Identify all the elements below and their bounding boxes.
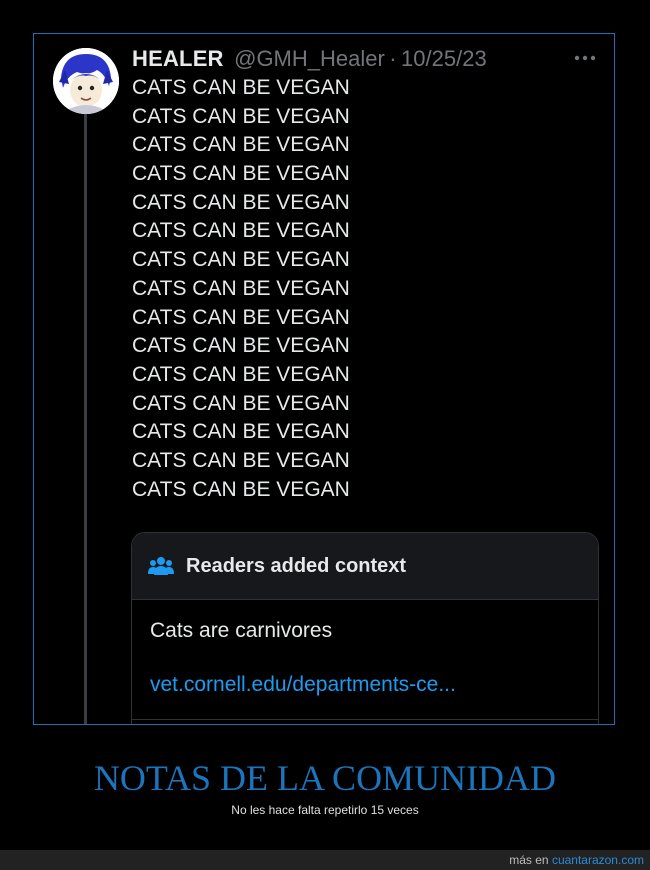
footer-bar: más en cuantarazon.com (0, 850, 650, 870)
thread-line (84, 114, 87, 724)
readers-context-card[interactable]: Readers added context Cats are carnivore… (131, 532, 599, 724)
author-name[interactable]: HEALER (132, 46, 224, 71)
divider (132, 719, 598, 720)
footer-site-link[interactable]: cuantarazon.com (552, 853, 644, 867)
tweet-header: HEALER @GMH_Healer · 10/25/23 (132, 46, 602, 76)
page: HEALER @GMH_Healer · 10/25/23 CATS CAN B… (0, 0, 650, 870)
avatar[interactable] (53, 48, 119, 114)
tweet-line: CATS CAN BE VEGAN (132, 362, 350, 386)
context-note-text: Cats are carnivores (150, 619, 333, 642)
context-card-title: Readers added context (186, 554, 407, 577)
tweet-line: CATS CAN BE VEGAN (132, 391, 350, 415)
author-handle[interactable]: @GMH_Healer (234, 46, 385, 71)
tweet-line: CATS CAN BE VEGAN (132, 76, 350, 99)
caption-subline: No les hace falta repetirlo 15 veces (231, 803, 419, 817)
footer-credit: más en cuantarazon.com (509, 853, 644, 867)
tweet-line: CATS CAN BE VEGAN (132, 420, 350, 444)
footer-prefix: más en (509, 853, 549, 867)
tweet-line: CATS CAN BE VEGAN (132, 305, 350, 329)
tweet-screenshot: HEALER @GMH_Healer · 10/25/23 CATS CAN B… (33, 33, 615, 725)
context-card-header: Readers added context (132, 533, 598, 600)
more-horizontal-icon[interactable] (572, 48, 598, 68)
tweet-body: CATS CAN BE VEGAN CATS CAN BE VEGAN CATS… (132, 74, 592, 504)
tweet-line: CATS CAN BE VEGAN (132, 334, 350, 358)
people-icon (148, 557, 174, 575)
tweet-line: CATS CAN BE VEGAN (132, 133, 350, 157)
tweet-line: CATS CAN BE VEGAN (132, 276, 350, 300)
tweet-line: CATS CAN BE VEGAN (132, 190, 350, 214)
tweet-line: CATS CAN BE VEGAN (132, 104, 350, 128)
header-separator: · (389, 46, 397, 71)
tweet-line: CATS CAN BE VEGAN (132, 162, 350, 186)
caption-headline: NOTAS DE LA COMUNIDAD (93, 758, 557, 798)
context-source-link[interactable]: vet.cornell.edu/departments-ce... (150, 673, 456, 697)
tweet-line: CATS CAN BE VEGAN (132, 477, 350, 501)
avatar-illustration (53, 48, 119, 114)
tweet-date[interactable]: 10/25/23 (401, 46, 487, 71)
tweet-line: CATS CAN BE VEGAN (132, 448, 350, 472)
tweet-line: CATS CAN BE VEGAN (132, 219, 350, 243)
tweet-line: CATS CAN BE VEGAN (132, 248, 350, 272)
